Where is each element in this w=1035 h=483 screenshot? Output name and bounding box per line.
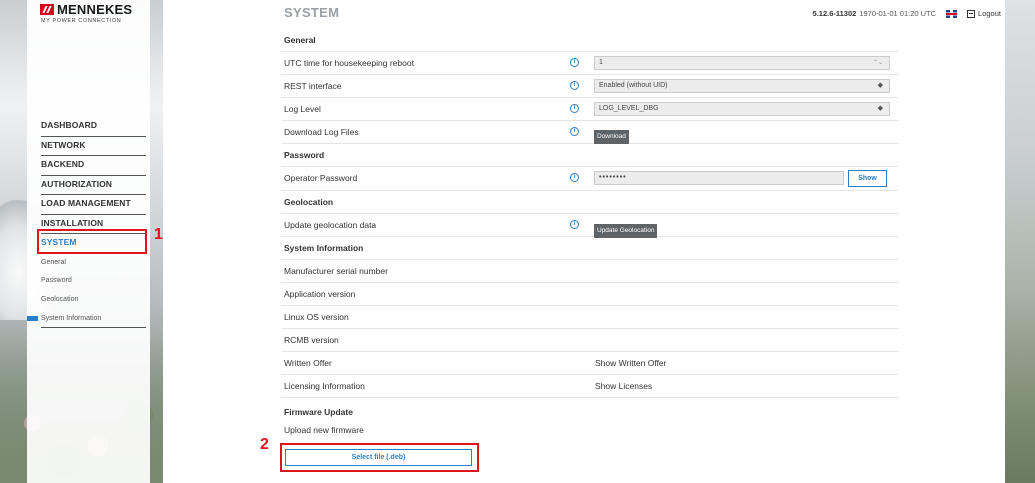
- setting-row-reboot: UTC time for housekeeping reboot i 1 ⌃⌄: [281, 52, 899, 75]
- uk-flag-icon[interactable]: [946, 9, 958, 18]
- stepper-icon[interactable]: ⌃⌄: [873, 57, 883, 69]
- annotation-box-2: [280, 443, 479, 472]
- nav-item-dashboard[interactable]: DASHBOARD: [41, 117, 146, 137]
- info-row-serial: Manufacturer serial number: [281, 260, 899, 283]
- info-icon[interactable]: i: [570, 220, 579, 229]
- info-icon[interactable]: i: [570, 81, 579, 90]
- operator-password-input[interactable]: ••••••••: [594, 171, 844, 185]
- system-settings-table: General UTC time for housekeeping reboot…: [281, 29, 899, 398]
- main-nav: DASHBOARD NETWORK BACKEND AUTHORIZATION …: [27, 117, 146, 329]
- annotation-number-1: 1: [154, 226, 163, 243]
- subnav-item-geolocation[interactable]: Geolocation: [41, 291, 146, 310]
- select-arrows-icon: ◆: [877, 82, 883, 89]
- brand-tagline: MY POWER CONNECTION: [41, 18, 122, 24]
- page-title: SYSTEM: [284, 5, 340, 20]
- info-icon[interactable]: i: [570, 173, 579, 182]
- setting-row-download-logs: Download Log Files i Download: [281, 121, 899, 144]
- geolocation-label: Update geolocation data: [284, 220, 377, 230]
- application-version-label: Application version: [284, 289, 356, 299]
- annotation-box-1: [37, 229, 147, 254]
- info-row-application-version: Application version: [281, 283, 899, 306]
- setting-row-rest: REST interface i Enabled (without UID) ◆: [281, 75, 899, 98]
- section-heading-geolocation: Geolocation: [281, 191, 899, 214]
- operator-password-label: Operator Password: [284, 173, 358, 183]
- section-heading-general: General: [281, 29, 899, 52]
- annotation-number-2: 2: [260, 436, 269, 453]
- setting-row-geolocation: Update geolocation data i Update Geoloca…: [281, 214, 899, 238]
- info-icon[interactable]: i: [570, 58, 579, 67]
- nav-item-load-management[interactable]: LOAD MANAGEMENT: [41, 195, 146, 215]
- main-content: SYSTEM 5.12.6-11302 1970-01-01 01:20 UTC…: [163, 0, 1005, 483]
- log-level-select[interactable]: LOG_LEVEL_DBG ◆: [594, 102, 890, 116]
- setting-row-log-level: Log Level i LOG_LEVEL_DBG ◆: [281, 98, 899, 121]
- show-written-offer-link[interactable]: Show Written Offer: [595, 352, 667, 374]
- select-arrows-icon: ◆: [877, 105, 883, 112]
- section-heading-firmware-update: Firmware Update: [284, 407, 353, 417]
- section-heading-password: Password: [281, 144, 899, 167]
- licensing-label: Licensing Information: [284, 381, 365, 391]
- info-row-rcmb-version: RCMB version: [281, 329, 899, 352]
- info-row-licensing: Licensing Information Show Licenses: [281, 375, 899, 398]
- logout-icon[interactable]: [967, 9, 976, 18]
- subnav-item-password[interactable]: Password: [41, 272, 146, 291]
- firmware-version: 5.12.6-11302: [812, 9, 857, 18]
- show-licenses-link[interactable]: Show Licenses: [595, 375, 652, 397]
- logout-link[interactable]: Logout: [978, 9, 1001, 18]
- rest-label: REST interface: [284, 81, 342, 91]
- reboot-time-input[interactable]: 1 ⌃⌄: [594, 56, 890, 70]
- download-logs-label: Download Log Files: [284, 127, 359, 137]
- nav-item-authorization[interactable]: AUTHORIZATION: [41, 176, 146, 195]
- brand-name: MENNEKES: [57, 2, 133, 17]
- mennekes-logo[interactable]: MENNEKES MY POWER CONNECTION: [40, 2, 132, 24]
- rcmb-version-label: RCMB version: [284, 335, 339, 345]
- mennekes-mark-icon: [40, 4, 54, 15]
- subnav-item-general[interactable]: General: [41, 254, 146, 273]
- top-bar: 5.12.6-11302 1970-01-01 01:20 UTC Logout: [813, 9, 1001, 18]
- download-button[interactable]: Download: [594, 130, 629, 144]
- background-photo-right: [1005, 0, 1035, 483]
- show-password-button[interactable]: Show: [848, 170, 887, 187]
- system-subnav: General Password Geolocation System Info…: [27, 254, 146, 329]
- written-offer-label: Written Offer: [284, 358, 332, 368]
- log-level-label: Log Level: [284, 104, 321, 114]
- upload-firmware-label: Upload new firmware: [284, 425, 364, 435]
- linux-version-label: Linux OS version: [284, 312, 349, 322]
- serial-label: Manufacturer serial number: [284, 266, 388, 276]
- reboot-label: UTC time for housekeeping reboot: [284, 58, 414, 68]
- info-icon[interactable]: i: [570, 127, 579, 136]
- section-heading-system-information: System Information: [281, 237, 899, 260]
- update-geolocation-button[interactable]: Update Geolocation: [594, 224, 658, 238]
- system-datetime: 1970-01-01 01:20 UTC: [859, 9, 937, 18]
- nav-item-network[interactable]: NETWORK: [41, 137, 146, 156]
- info-row-written-offer: Written Offer Show Written Offer: [281, 352, 899, 375]
- nav-item-backend[interactable]: BACKEND: [41, 156, 146, 176]
- info-icon[interactable]: i: [570, 104, 579, 113]
- info-row-linux-version: Linux OS version: [281, 306, 899, 329]
- setting-row-operator-password: Operator Password i •••••••• Show: [281, 167, 899, 191]
- subnav-item-system-information[interactable]: System Information: [27, 310, 146, 329]
- rest-interface-select[interactable]: Enabled (without UID) ◆: [594, 79, 890, 93]
